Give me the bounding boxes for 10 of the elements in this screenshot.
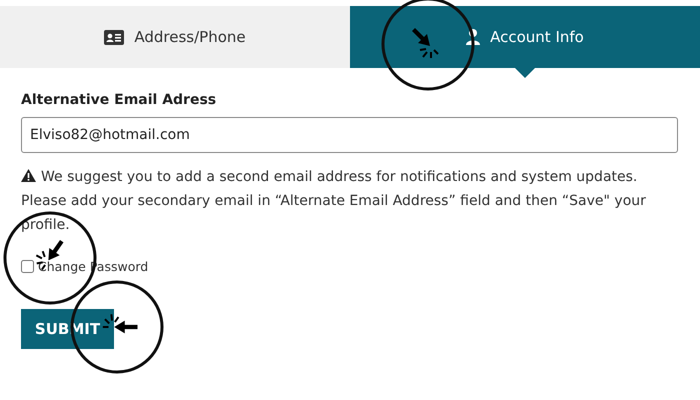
tab-pointer <box>515 68 535 78</box>
contact-card-icon <box>104 30 124 44</box>
click-marker-icon <box>380 0 476 92</box>
field-label: Alternative Email Adress <box>21 92 218 108</box>
user-icon <box>466 29 480 45</box>
tab[interactable]: Address/Phone <box>0 6 350 68</box>
warning-icon <box>21 169 36 182</box>
email-field[interactable]: Elviso82@hotmail.com <box>21 117 678 153</box>
notice-text: We suggest you to add a second email address for notifications and system updates. Please add your secondary email in “Alternate Email Address” field and then “Save" your profile. <box>21 168 647 235</box>
change-password-checkbox[interactable] <box>21 260 34 273</box>
